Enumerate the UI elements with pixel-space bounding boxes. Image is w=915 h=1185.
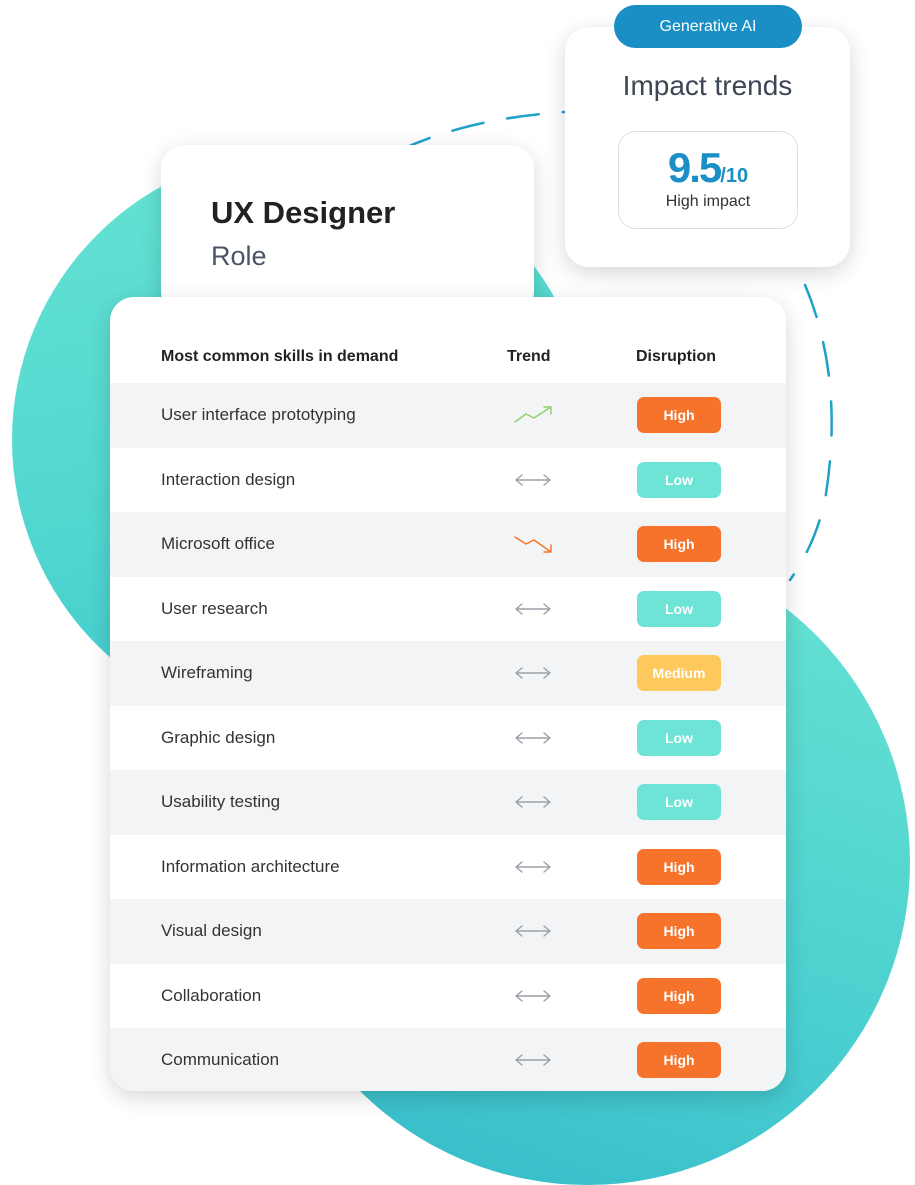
trend-flat-icon <box>511 985 555 1007</box>
trend-up-icon <box>511 404 555 426</box>
trend-flat-icon <box>511 662 555 684</box>
disruption-badge: High <box>637 848 721 885</box>
disruption-badge: Low <box>637 719 721 756</box>
trend-flat-icon <box>511 598 555 620</box>
skill-name: User research <box>161 598 268 618</box>
skill-name: Visual design <box>161 921 262 940</box>
skill-name: Wireframing <box>161 663 253 682</box>
impact-score: 9.5/10 <box>619 144 797 192</box>
trend-flat-icon <box>511 856 555 878</box>
generative-ai-badge: Generative AI <box>614 5 802 48</box>
role-card: UX Designer Role <box>161 145 534 315</box>
impact-title: Impact trends <box>622 70 793 101</box>
table-row: User research Low <box>110 577 786 642</box>
trend-flat-icon <box>511 1049 555 1071</box>
table-row: Visual design High <box>110 899 786 964</box>
skill-name: Usability testing <box>161 792 281 811</box>
trend-flat-icon <box>511 920 555 942</box>
table-row: Wireframing Medium <box>110 641 786 706</box>
table-row: Communication High <box>110 1028 786 1091</box>
trend-down-icon <box>511 533 555 555</box>
disruption-badge: Low <box>637 461 721 498</box>
disruption-badge: High <box>637 913 721 949</box>
header-skill: Most common skills in demand <box>161 348 399 365</box>
trend-flat-icon <box>511 791 555 813</box>
disruption-badge: Medium <box>637 655 721 691</box>
table-row: User interface prototyping High <box>110 383 786 448</box>
header-trend: Trend <box>507 348 551 365</box>
table-row: Collaboration High <box>110 964 786 1029</box>
disruption-badge: High <box>637 526 721 562</box>
skill-name: Microsoft office <box>161 534 276 553</box>
role-subtitle: Role <box>211 241 267 271</box>
skill-name: Communication <box>161 1050 280 1069</box>
trend-flat-icon <box>511 469 555 491</box>
disruption-badge: High <box>637 1042 721 1078</box>
impact-score-box: 9.5/10 High impact <box>618 131 798 229</box>
disruption-badge: High <box>637 397 721 433</box>
impact-score-label: High impact <box>665 193 751 210</box>
table-row: Interaction design Low <box>110 448 786 513</box>
table-row: Usability testing Low <box>110 770 786 835</box>
skill-name: Collaboration <box>161 985 262 1005</box>
skills-table: Most common skills in demand Trend Disru… <box>110 297 786 1091</box>
header-disruption: Disruption <box>636 348 716 365</box>
disruption-badge: Low <box>637 590 721 627</box>
skill-name: Graphic design <box>161 727 276 747</box>
table-header: Most common skills in demand Trend Disru… <box>110 297 786 383</box>
skill-name: Information architecture <box>161 856 340 876</box>
skill-name: Interaction design <box>161 469 296 489</box>
table-row: Microsoft office High <box>110 512 786 577</box>
impact-card: Impact trends 9.5/10 High impact <box>565 27 850 267</box>
trend-flat-icon <box>511 727 555 749</box>
disruption-badge: Low <box>637 784 721 820</box>
table-row: Graphic design Low <box>110 706 786 771</box>
impact-score-value: 9.5 <box>667 144 722 191</box>
disruption-badge: High <box>637 977 721 1014</box>
skill-name: User interface prototyping <box>161 405 356 424</box>
role-title: UX Designer <box>211 195 396 230</box>
impact-score-max: /10 <box>720 165 749 187</box>
table-row: Information architecture High <box>110 835 786 900</box>
